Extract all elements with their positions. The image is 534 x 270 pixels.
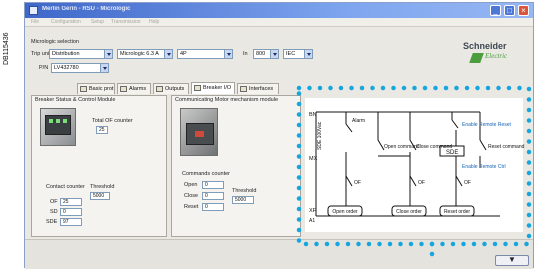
a1-label: A1 (309, 218, 315, 224)
switch-label-close: Close command (416, 144, 452, 150)
reset-order-button[interactable]: Reset order (439, 205, 475, 217)
close-order-label: Close order (396, 209, 422, 215)
open-order-label: Open order (332, 209, 358, 215)
reset-order-label: Reset order (444, 209, 470, 215)
of-label-3: OF (464, 180, 471, 186)
rail-label-bn: BN (309, 112, 317, 118)
sde-relay-label: SDE (446, 150, 458, 156)
close-order-button[interactable]: Close order (391, 205, 427, 217)
switch-label-reset: Reset command (488, 144, 525, 150)
rail-label-xf: XF (309, 208, 317, 214)
open-order-button[interactable]: Open order (327, 205, 363, 217)
vertical-voltage-label: SDE 100Vac (317, 121, 323, 150)
of-label-2: OF (418, 180, 425, 186)
wiring-diagram: SDE BN MX XF SDE 100Vac Alarm Open comma… (296, 85, 532, 267)
of-label-1: OF (354, 180, 361, 186)
switch-label-alarm: Alarm (352, 118, 365, 124)
switch-label-enable-ctrl: Enable Remote Ctrl (462, 164, 506, 170)
rail-label-mx: MX (309, 156, 318, 162)
switch-label-open: Open command (384, 144, 420, 150)
switch-label-enable-reset: Enable Remote Reset (462, 122, 512, 128)
